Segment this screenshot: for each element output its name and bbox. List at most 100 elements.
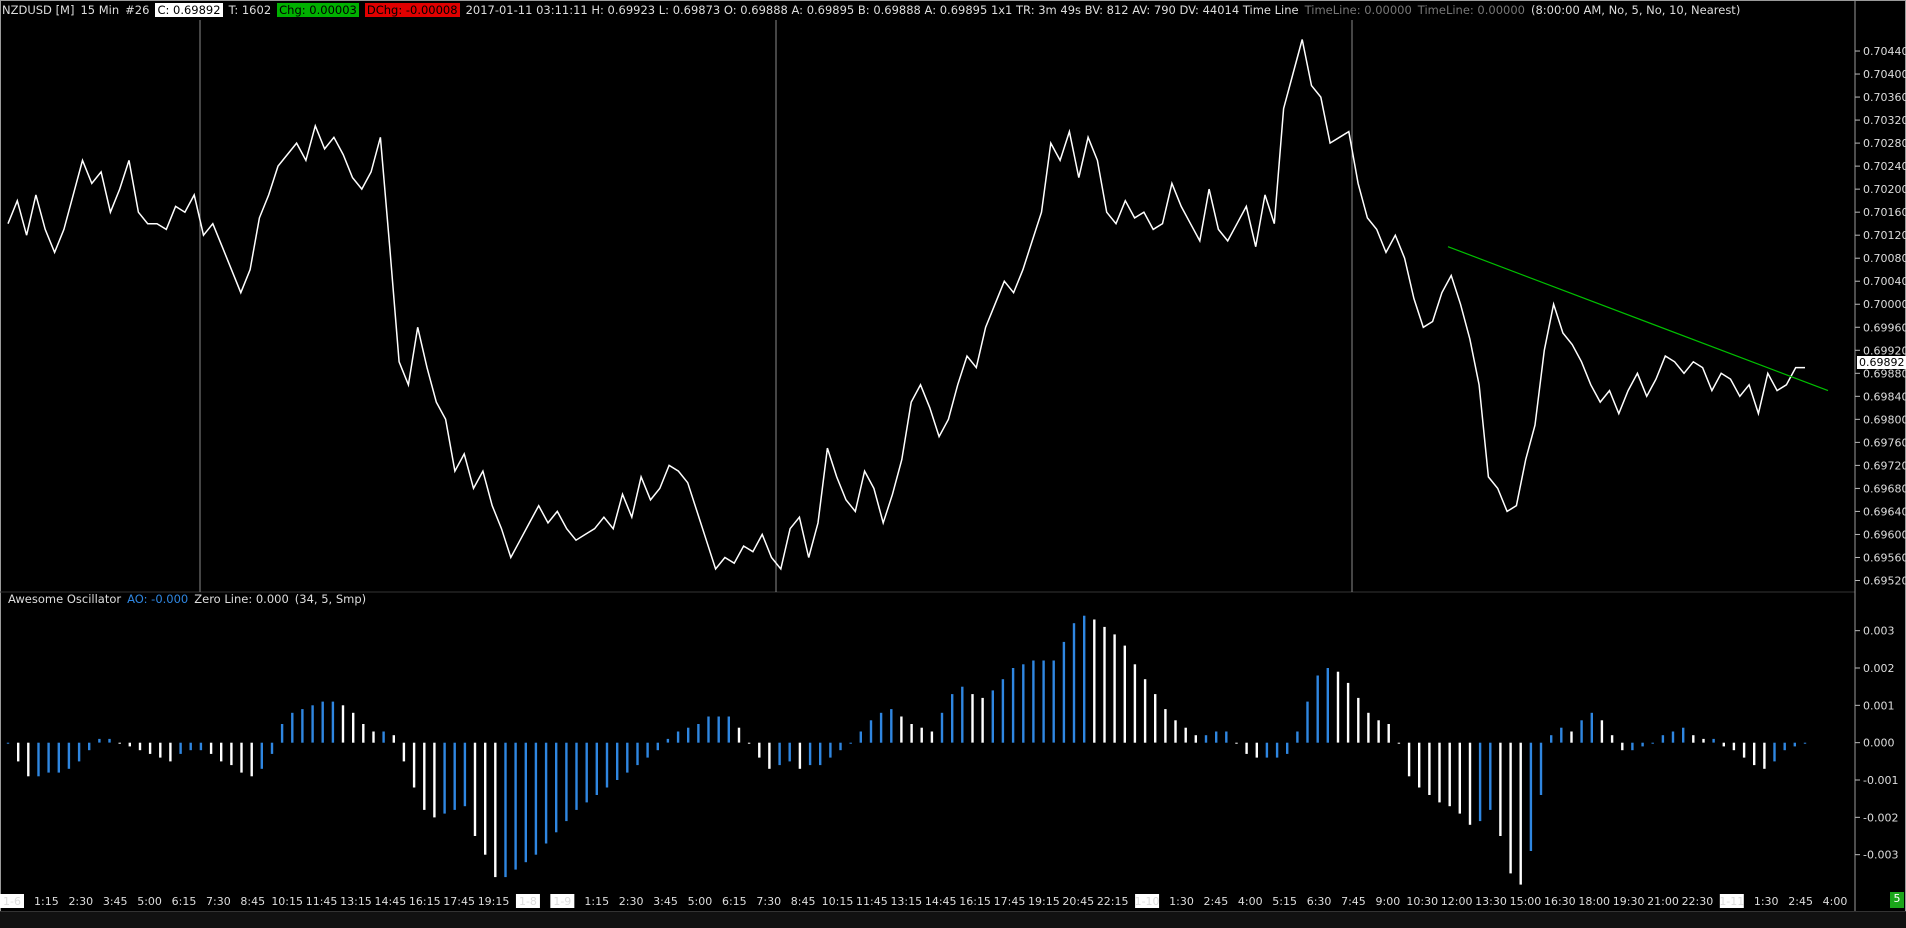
ao-bar [1123, 645, 1126, 743]
ao-bar [920, 727, 923, 743]
ao-bar [1590, 712, 1593, 743]
x-tick-label: 15:00 [1510, 895, 1542, 908]
ao-bar [981, 697, 984, 743]
ao-bar [463, 742, 467, 807]
ao-bar [808, 742, 812, 766]
x-tick-label: 16:30 [1544, 895, 1576, 908]
x-tick-label: 17:45 [443, 895, 475, 908]
x-tick-label: 17:45 [994, 895, 1026, 908]
ao-bar [220, 742, 223, 762]
y-tick-label: 0.70200 [1863, 183, 1906, 196]
x-tick-label: 22:30 [1682, 895, 1714, 908]
ao-bar [616, 742, 619, 780]
ao-bar [362, 724, 365, 743]
ao-bar [1753, 742, 1756, 766]
ao-bar [270, 742, 274, 754]
ao-bar [1641, 742, 1644, 747]
price-chart[interactable]: 0.70440 0.70400 0.70360 0.70320 0.70280 0.702… [0, 0, 1906, 927]
price-series-line [7, 39, 1805, 571]
ao-bar [148, 742, 152, 754]
ao-bar [1651, 742, 1654, 744]
ao-bar [595, 742, 598, 795]
ao-bar [768, 742, 771, 769]
ao-bar [1509, 742, 1512, 874]
ao-bar [372, 731, 375, 743]
horizontal-scrollbar[interactable] [0, 911, 1906, 928]
ao-bar [747, 742, 751, 744]
ao-bar [1661, 735, 1665, 743]
ao-bar [585, 742, 588, 803]
ao-bar [1011, 668, 1015, 743]
ao-bar [402, 742, 406, 762]
x-tick-label: 18:00 [1578, 895, 1610, 908]
ao-bar [423, 742, 426, 810]
ao-bar [1448, 742, 1451, 807]
ao-bar [230, 742, 233, 766]
y-tick-label: 0.70400 [1863, 68, 1906, 81]
ao-bar [798, 742, 802, 769]
ao-bar [869, 720, 873, 743]
ao-bar [687, 727, 690, 743]
ao-bar [1428, 742, 1431, 795]
ao-bar [473, 742, 477, 836]
x-tick-label: 1:30 [1169, 895, 1194, 908]
y-tick-label: 0.70240 [1863, 160, 1906, 173]
x-tick-label: 3:45 [103, 895, 128, 908]
x-tick-label: 19:15 [478, 895, 510, 908]
ao-bar [1702, 738, 1705, 743]
y-tick-label: 0.69800 [1863, 413, 1906, 426]
ao-bar [98, 738, 101, 743]
x-tick-label: 6:15 [172, 895, 197, 908]
ao-bar [951, 694, 954, 743]
trend-line [1447, 246, 1829, 392]
ao-bar [758, 742, 761, 758]
x-tick-label: 13:30 [1475, 895, 1507, 908]
ao-bar [1255, 742, 1258, 758]
scroll-badge[interactable]: 5 [1890, 892, 1904, 908]
ao-y-tick-label: 0.001 [1863, 699, 1895, 712]
y-tick-label: 0.70320 [1863, 114, 1906, 127]
ao-bar [707, 716, 710, 743]
ao-bar [565, 742, 568, 822]
x-tick-label: 2:30 [68, 895, 93, 908]
ao-bar [17, 742, 20, 762]
ao-bar [666, 738, 670, 743]
ao-bar [57, 742, 60, 773]
ao-bar [1621, 742, 1624, 751]
ao-bar [433, 742, 436, 818]
ao-bar [1154, 694, 1157, 743]
ao-bar [961, 686, 964, 743]
ao-bar [859, 731, 862, 743]
y-tick-label: 0.69720 [1863, 459, 1906, 472]
ao-bar [250, 742, 253, 777]
y-tick-label: 0.69960 [1863, 321, 1906, 334]
ao-bar [1631, 742, 1634, 751]
ao-bar [199, 742, 203, 751]
ao-bar [534, 742, 538, 855]
ao-bar [67, 742, 71, 769]
ao-bar [1682, 727, 1685, 743]
ao-bar [453, 742, 456, 810]
ao-bar [1194, 735, 1197, 743]
ao-bar [321, 701, 324, 743]
ao-bar [910, 724, 913, 743]
x-tick-label: 5:15 [1272, 895, 1297, 908]
y-tick-label: 0.70440 [1863, 45, 1906, 58]
x-tick-label: 12:00 [1441, 895, 1473, 908]
ao-bar [1458, 742, 1461, 814]
y-tick-label: 0.70040 [1863, 275, 1906, 288]
ao-bar [159, 742, 162, 758]
ao-bar [1692, 735, 1695, 743]
x-tick-label: 13:15 [890, 895, 922, 908]
x-tick-label: 10:30 [1406, 895, 1438, 908]
ao-bar [108, 738, 111, 743]
x-tick-label: 1-11 [1719, 895, 1744, 908]
ao-bar [504, 742, 507, 878]
ao-bar [1245, 742, 1248, 754]
y-tick-label: 0.69520 [1863, 574, 1906, 587]
x-tick-label: 1-9 [553, 895, 571, 908]
x-tick-label: 4:00 [1238, 895, 1263, 908]
ao-bar [412, 742, 416, 788]
ao-bar [1499, 742, 1502, 836]
ao-bar [1803, 742, 1807, 744]
